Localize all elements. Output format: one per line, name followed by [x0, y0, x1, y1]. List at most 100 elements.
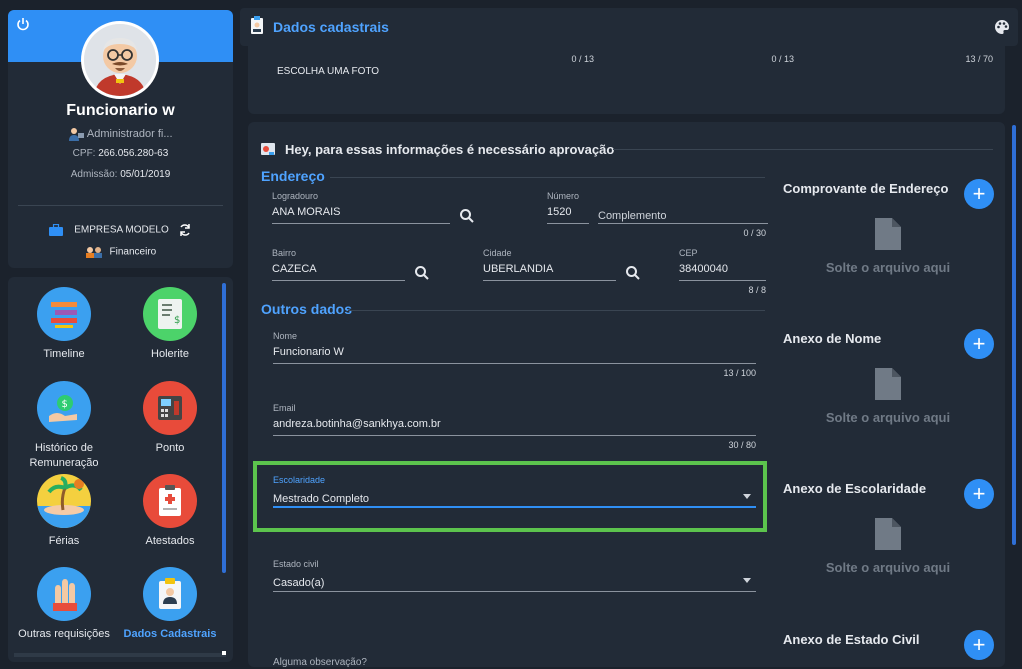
menu-label-outras-requisicoes: Outras requisições	[18, 628, 110, 640]
cidade-input[interactable]: UBERLANDIA	[483, 263, 616, 281]
email-label: Email	[273, 403, 296, 413]
address-dropzone[interactable]: Solte o arquivo aqui	[798, 218, 978, 275]
attachment-name-title: Anexo de Nome	[783, 331, 882, 346]
menu-item-holerite[interactable]: $ Holerite	[120, 287, 220, 362]
cidade-label: Cidade	[483, 248, 512, 258]
switch-company-icon[interactable]	[178, 223, 192, 237]
page-title: Dados cadastrais	[273, 19, 389, 35]
bairro-label: Bairro	[272, 248, 297, 258]
complemento-input[interactable]: Complemento	[598, 206, 768, 224]
name-dropzone[interactable]: Solte o arquivo aqui	[798, 368, 978, 425]
complemento-counter: 0 / 30	[743, 228, 766, 238]
team-icon	[85, 246, 103, 258]
department-name: Financeiro	[109, 246, 157, 258]
menu-item-ponto[interactable]: Ponto	[120, 381, 220, 456]
bairro-input[interactable]: CAZECA	[272, 263, 405, 281]
other-divider	[348, 310, 765, 311]
choose-photo-button[interactable]: ESCOLHA UMA FOTO	[277, 66, 379, 77]
briefcase-icon	[49, 223, 64, 236]
email-counter: 30 / 80	[728, 440, 756, 450]
profile-cpf-row: CPF: 266.056.280-63	[8, 148, 233, 159]
main-scrollbar[interactable]	[1012, 125, 1016, 545]
logradouro-label: Logradouro	[272, 191, 319, 201]
estado-civil-chevron-down-icon[interactable]	[743, 578, 751, 583]
escolaridade-value: Mestrado Completo	[273, 493, 369, 505]
menu-scrollbar[interactable]	[222, 283, 226, 573]
document-icon	[875, 518, 901, 550]
menu-bottom-bar	[14, 653, 226, 657]
admin-icon	[68, 127, 85, 141]
menu-item-dados-cadastrais[interactable]: Dados Cadastrais	[120, 567, 220, 642]
palette-icon[interactable]	[994, 19, 1010, 35]
medical-certificate-icon	[143, 474, 197, 528]
estado-civil-select[interactable]: Casado(a)	[273, 573, 756, 592]
avatar[interactable]	[81, 21, 159, 99]
add-name-attachment-button[interactable]: +	[964, 329, 994, 359]
logradouro-input[interactable]: ANA MORAIS	[272, 206, 450, 224]
education-dropzone[interactable]: Solte o arquivo aqui	[798, 518, 978, 575]
top-counter-2: 0 / 13	[771, 54, 794, 64]
menu-item-ferias[interactable]: Férias	[14, 474, 114, 549]
requests-icon	[37, 567, 91, 621]
timeline-icon	[37, 287, 91, 341]
escolaridade-chevron-down-icon[interactable]	[743, 494, 751, 499]
cep-input[interactable]: 38400040	[679, 263, 766, 281]
escolaridade-label: Escolaridade	[273, 475, 326, 485]
menu-label-ponto: Ponto	[155, 442, 185, 454]
other-section-title: Outros dados	[261, 301, 353, 317]
cidade-search-icon[interactable]	[625, 265, 641, 286]
add-education-attachment-button[interactable]: +	[964, 479, 994, 509]
attachment-name: Anexo de Nome + Solte o arquivo aqui	[783, 328, 998, 438]
menu-label-atestados: Atestados	[145, 535, 195, 547]
admission-value: 05/01/2019	[120, 169, 171, 180]
power-icon[interactable]	[16, 17, 30, 31]
numero-input[interactable]: 1520	[547, 206, 589, 224]
nome-label: Nome	[273, 331, 298, 341]
cep-counter: 8 / 8	[748, 285, 766, 295]
salary-history-icon: $	[37, 381, 91, 435]
menu-label-timeline: Timeline	[43, 348, 85, 360]
nome-input[interactable]: Funcionario W	[273, 346, 756, 364]
registration-data-icon	[143, 567, 197, 621]
attachment-address-title: Comprovante de Endereço	[783, 181, 949, 196]
name-dropzone-text: Solte o arquivo aqui	[825, 410, 951, 425]
document-icon	[875, 368, 901, 400]
attachment-marital: Anexo de Estado Civil +	[783, 629, 998, 669]
document-icon	[875, 218, 901, 250]
profile-admission-row: Admissão: 05/01/2019	[8, 169, 233, 180]
payslip-icon: $	[143, 287, 197, 341]
nome-counter: 13 / 100	[723, 368, 756, 378]
education-dropzone-text: Solte o arquivo aqui	[825, 560, 951, 575]
estado-civil-label: Estado civil	[273, 559, 319, 569]
escolaridade-select[interactable]: Mestrado Completo	[273, 489, 756, 508]
menu-card: Timeline $ Holerite $ Histórico de Remun…	[8, 277, 233, 662]
menu-item-timeline[interactable]: Timeline	[14, 287, 114, 362]
address-section-title: Endereço	[261, 168, 325, 184]
profile-divider	[18, 205, 223, 206]
admission-label: Admissão:	[70, 169, 118, 180]
add-address-proof-button[interactable]: +	[964, 179, 994, 209]
top-counter-3: 13 / 70	[965, 54, 993, 64]
svg-text:$: $	[174, 315, 180, 326]
clipboard-id-icon	[250, 16, 264, 34]
menu-scroll-dot	[222, 651, 226, 655]
complemento-placeholder: Complemento	[598, 210, 667, 222]
estado-civil-value: Casado(a)	[273, 577, 325, 589]
numero-label: Número	[547, 191, 580, 201]
email-input[interactable]: andreza.botinha@sankhya.com.br	[273, 418, 756, 436]
attachment-marital-title: Anexo de Estado Civil	[783, 632, 920, 647]
logradouro-search-icon[interactable]	[459, 208, 475, 229]
menu-label-holerite: Holerite	[151, 348, 189, 360]
attachment-education: Anexo de Escolaridade + Solte o arquivo …	[783, 478, 998, 588]
menu-item-historico[interactable]: $ Histórico de Remuneração	[14, 381, 114, 471]
main-header: Dados cadastrais	[240, 8, 1018, 46]
profile-card: Funcionario w Administrador fi... CPF: 2…	[8, 10, 233, 268]
bairro-search-icon[interactable]	[414, 265, 430, 286]
cpf-label: CPF:	[72, 148, 96, 159]
menu-item-atestados[interactable]: Atestados	[120, 474, 220, 549]
time-clock-icon	[143, 381, 197, 435]
menu-item-outras-requisicoes[interactable]: Outras requisições	[14, 567, 114, 642]
menu-label-dados-cadastrais: Dados Cadastrais	[123, 628, 217, 640]
add-marital-attachment-button[interactable]: +	[964, 630, 994, 660]
menu-label-ferias: Férias	[48, 535, 80, 547]
